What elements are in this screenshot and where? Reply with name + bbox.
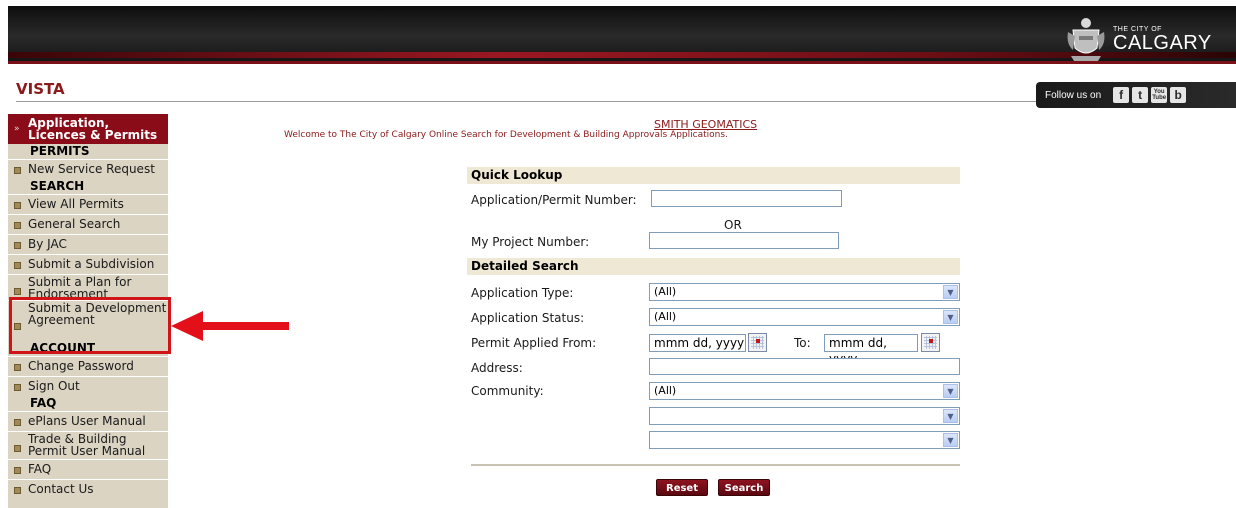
bullet-icon [14, 467, 21, 474]
social-bar: Follow us on f t You Tube b [1036, 82, 1236, 108]
app-title: VISTA [16, 80, 65, 98]
app-status-label: Application Status: [471, 311, 585, 325]
sidebar-item-label: Submit a Development Agreement [28, 301, 167, 327]
city-logo[interactable]: THE CITY OF CALGARY [1065, 10, 1229, 68]
community-select-2[interactable]: ▼ [649, 407, 960, 425]
sidebar-active-label: Application, Licences & Permits [28, 116, 158, 142]
project-number-label: My Project Number: [471, 235, 590, 249]
project-number-input[interactable] [649, 232, 839, 249]
sidebar: » Application, Licences & Permits PERMIT… [8, 114, 168, 508]
welcome-message: Welcome to The City of Calgary Online Se… [284, 130, 728, 140]
bullet-icon [14, 262, 21, 269]
sidebar-item-label: Submit a Subdivision [28, 257, 155, 271]
applied-from-label: Permit Applied From: [471, 336, 597, 350]
to-label: To: [794, 336, 811, 350]
sidebar-item-label: Trade & Building Permit User Manual [28, 432, 146, 458]
bullet-icon [14, 445, 21, 452]
chevron-down-icon: ▼ [943, 409, 958, 423]
header-accent-line [8, 52, 1236, 58]
sidebar-item-trade-manual[interactable]: Trade & Building Permit User Manual [8, 431, 168, 459]
community-value: (All) [654, 384, 677, 397]
quick-lookup-heading: Quick Lookup [467, 167, 960, 184]
app-status-value: (All) [654, 310, 677, 323]
chevron-down-icon: ▼ [943, 285, 958, 299]
sidebar-item-label: Submit a Plan for Endorsement [28, 275, 132, 300]
community-select[interactable]: (All) ▼ [649, 382, 960, 400]
sidebar-item-label: View All Permits [28, 197, 124, 211]
chevron-down-icon: ▼ [943, 310, 958, 324]
form-divider [471, 464, 960, 466]
sidebar-item-label: New Service Request [28, 162, 155, 176]
app-type-value: (All) [654, 285, 677, 298]
sidebar-item-label: General Search [28, 217, 121, 231]
blog-icon[interactable]: b [1170, 87, 1187, 103]
applied-to-date-input[interactable]: mmm dd, yyyy [824, 334, 918, 366]
sidebar-section-permits: PERMITS [30, 144, 90, 158]
sidebar-item-label: Change Password [28, 359, 134, 373]
bullet-icon [14, 288, 21, 295]
title-divider [16, 101, 1036, 102]
date-placeholder: mmm dd, yyyy [654, 336, 745, 350]
applied-from-date-input[interactable]: mmm dd, yyyy [649, 334, 746, 352]
bullet-icon [14, 384, 21, 391]
crest-icon [1065, 14, 1107, 64]
sidebar-item-label: By JAC [28, 237, 67, 251]
sidebar-item-sign-out[interactable]: Sign Out [8, 376, 168, 396]
app-type-label: Application Type: [471, 286, 574, 300]
sidebar-item-submit-plan[interactable]: Submit a Plan for Endorsement [8, 274, 168, 300]
sidebar-item-contact-us[interactable]: Contact Us [8, 479, 168, 499]
sidebar-item-label: ePlans User Manual [28, 414, 146, 428]
sidebar-item-general-search[interactable]: General Search [8, 214, 168, 234]
bullet-icon [14, 364, 21, 371]
bullet-icon [14, 242, 21, 249]
community-select-3[interactable]: ▼ [649, 431, 960, 449]
youtube-icon[interactable]: You Tube [1151, 87, 1168, 103]
address-input[interactable] [649, 358, 960, 375]
bullet-icon [14, 323, 21, 330]
annotation-arrow-icon [171, 311, 289, 341]
calendar-icon[interactable] [748, 333, 767, 352]
bullet-icon [14, 419, 21, 426]
sidebar-item-by-jac[interactable]: By JAC [8, 234, 168, 254]
search-button[interactable]: Search [718, 479, 770, 496]
sidebar-item-label: Sign Out [28, 379, 80, 393]
address-label: Address: [471, 361, 523, 375]
sidebar-item-label: Contact Us [28, 482, 94, 496]
app-type-select[interactable]: (All) ▼ [649, 283, 960, 301]
sidebar-section-search: SEARCH [30, 179, 85, 193]
sidebar-item-faq[interactable]: FAQ [8, 459, 168, 479]
follow-label: Follow us on [1045, 89, 1102, 101]
app-status-select[interactable]: (All) ▼ [649, 308, 960, 326]
chevron-down-icon: ▼ [943, 433, 958, 447]
chevron-down-icon: ▼ [943, 384, 958, 398]
reset-button[interactable]: Reset [656, 479, 708, 496]
bullet-icon [14, 167, 21, 174]
sidebar-item-change-password[interactable]: Change Password [8, 356, 168, 376]
twitter-icon[interactable]: t [1132, 87, 1149, 103]
community-label: Community: [471, 384, 544, 398]
sidebar-item-new-service-request[interactable]: New Service Request [8, 159, 168, 179]
sidebar-section-faq: FAQ [30, 396, 57, 410]
sidebar-item-submit-subdivision[interactable]: Submit a Subdivision [8, 254, 168, 274]
logo-big-text: CALGARY [1113, 31, 1212, 54]
sidebar-item-eplans-manual[interactable]: ePlans User Manual [8, 411, 168, 431]
bullet-icon [14, 202, 21, 209]
sidebar-item-label: FAQ [28, 462, 52, 476]
chevron-down-icon: » [14, 124, 20, 134]
sidebar-section-account: ACCOUNT [30, 341, 96, 355]
facebook-icon[interactable]: f [1113, 87, 1130, 103]
sidebar-item-submit-development-agreement[interactable]: Submit a Development Agreement [8, 300, 168, 341]
detailed-search-heading: Detailed Search [467, 258, 960, 275]
bullet-icon [14, 222, 21, 229]
app-permit-number-input[interactable] [651, 190, 842, 207]
bullet-icon [14, 487, 21, 494]
calendar-icon[interactable] [921, 333, 940, 352]
sidebar-item-view-all-permits[interactable]: View All Permits [8, 194, 168, 214]
sidebar-active-menu[interactable]: » Application, Licences & Permits [8, 114, 168, 144]
app-permit-label: Application/Permit Number: [471, 193, 637, 207]
or-text: OR [724, 218, 742, 232]
